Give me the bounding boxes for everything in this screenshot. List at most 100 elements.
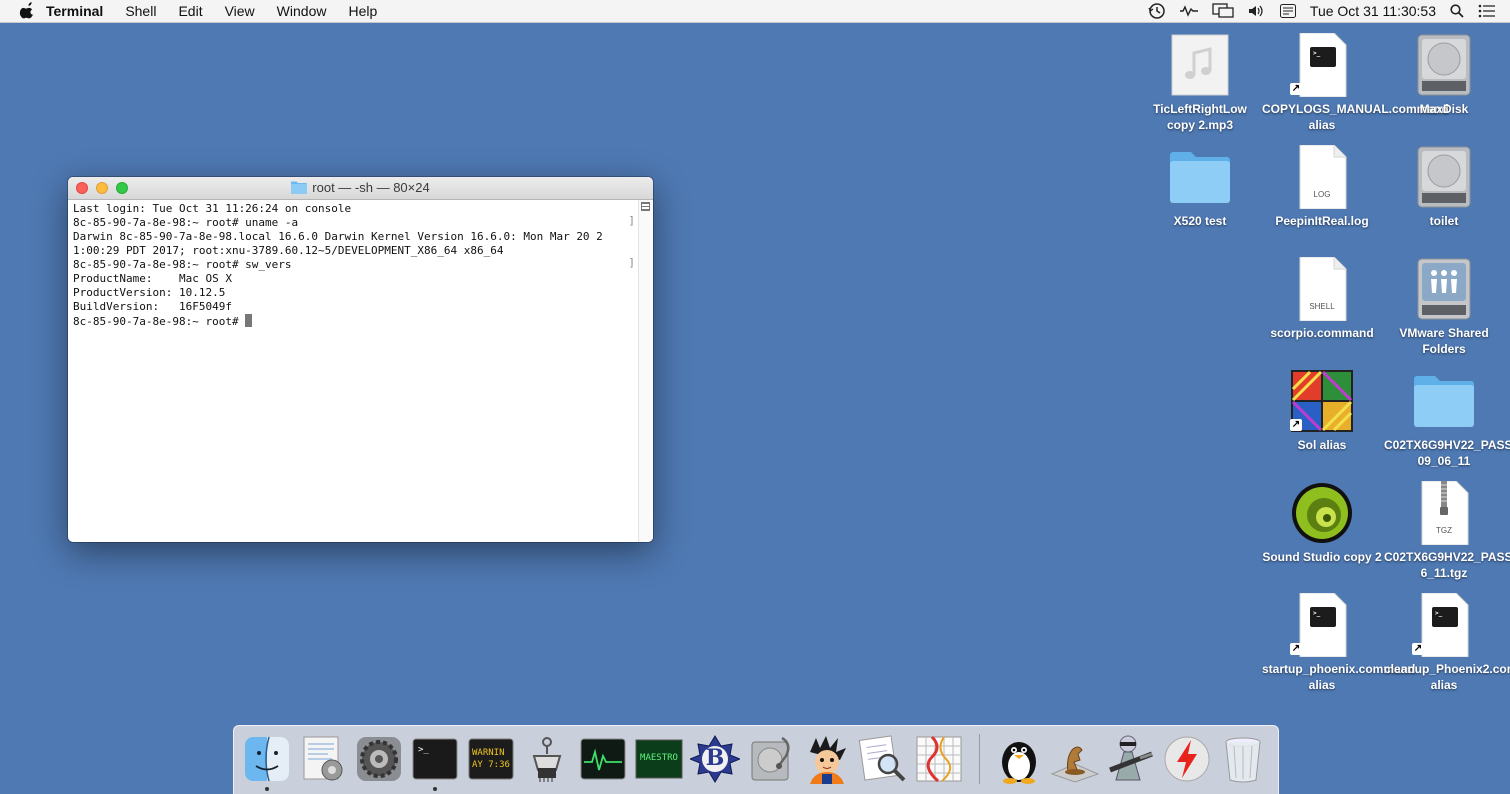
terminal-line: ProductName: Mac OS X: [73, 272, 232, 285]
flash-icon[interactable]: [1162, 734, 1212, 784]
terminal-line: 1:00:29 PDT 2017; root:xnu-3789.60.12~5/…: [73, 244, 504, 257]
script-editor-icon[interactable]: [298, 734, 348, 784]
dock: >_ WARNIN AY 7:36 MAESTRO B: [233, 725, 1279, 794]
apple-menu-icon[interactable]: [18, 2, 36, 20]
sound-studio-icon: [1290, 481, 1354, 545]
terminal-window[interactable]: root — -sh — 80×24 Last login: Tue Oct 3…: [68, 177, 653, 542]
desktop-icon-label: Sound Studio copy 2: [1262, 550, 1382, 564]
desktop-icon-sound-studio[interactable]: Sound Studio copy 2: [1262, 481, 1382, 565]
menu-shell[interactable]: Shell: [125, 3, 156, 19]
svg-text:>_: >_: [1313, 610, 1321, 617]
desktop-icon-x520-test[interactable]: X520 test: [1140, 145, 1260, 229]
menu-bar: Terminal Shell Edit View Window Help Tue…: [0, 0, 1510, 23]
desktop-icon-startup-phoenix[interactable]: >_ ↗ startup_phoenix.command alias: [1262, 592, 1416, 693]
desktop-icon-peepinitreal-log[interactable]: LOG PeepinItReal.log: [1262, 144, 1382, 229]
shared-drive-icon: [1412, 257, 1476, 321]
desktop-icon-copylogs[interactable]: >_ ↗ COPYLOGS_MANUAL.command alias: [1262, 32, 1449, 133]
terminal-icon[interactable]: >_: [410, 734, 460, 784]
file-badge: LOG: [1313, 190, 1331, 199]
menu-view[interactable]: View: [225, 3, 255, 19]
shell-file-icon: SHELL: [1290, 256, 1354, 322]
terminal-line: 8c-85-90-7a-8e-98:~ root# uname -a: [73, 216, 299, 229]
preview-icon[interactable]: [858, 734, 908, 784]
menu-help[interactable]: Help: [348, 3, 377, 19]
desktop-icon-label: startup_phoenix.command alias: [1262, 662, 1416, 692]
character-icon[interactable]: [802, 734, 852, 784]
maestro-icon[interactable]: MAESTRO: [634, 734, 684, 784]
hard-disk-icon: [1412, 145, 1476, 209]
status-area: Tue Oct 31 11:30:53: [1148, 0, 1510, 22]
trash-icon[interactable]: [1218, 734, 1268, 784]
alias-arrow-icon: ↗: [1290, 83, 1302, 95]
system-information-icon[interactable]: [522, 734, 572, 784]
terminal-script-icon: >_ ↗: [1290, 32, 1354, 98]
terminal-line: Darwin 8c-85-90-7a-8e-98.local 16.6.0 Da…: [73, 230, 603, 243]
mark-bracket: ]: [628, 256, 635, 269]
desktop-icon-label: C02TX6G9HV22_PASS_201…09_06_11: [1384, 438, 1510, 468]
penguin-icon[interactable]: [994, 734, 1044, 784]
grapher-icon[interactable]: [914, 734, 964, 784]
desktop-icon-vmware-shared[interactable]: VMware Shared Folders: [1384, 257, 1504, 357]
activity-wave-icon[interactable]: [1179, 4, 1198, 18]
console-warning-text: WARNIN AY 7:36: [472, 748, 510, 770]
alias-arrow-icon: ↗: [1290, 643, 1302, 655]
desktop-icon-label: VMware Shared Folders: [1399, 326, 1489, 356]
desktop-icon-label: cleanup_Phoenix2.command alias: [1384, 662, 1510, 692]
archive-file-icon: TGZ: [1412, 480, 1476, 546]
spotlight-search-icon[interactable]: [1450, 4, 1464, 18]
hard-disk-icon: [1412, 33, 1476, 97]
terminal-output[interactable]: Last login: Tue Oct 31 11:26:24 on conso…: [68, 200, 638, 542]
sol-app-icon: ↗: [1290, 369, 1354, 433]
desktop-icon-pass-tgz[interactable]: TGZ C02TX6G9HV22_PASS_201…6_11.tgz: [1384, 480, 1510, 581]
system-preferences-icon[interactable]: [354, 734, 404, 784]
svg-text:>_: >_: [1313, 50, 1321, 57]
menu-clock[interactable]: Tue Oct 31 11:30:53: [1310, 3, 1436, 19]
terminal-titlebar[interactable]: root — -sh — 80×24: [68, 177, 653, 200]
split-pane-grip-icon[interactable]: [641, 202, 650, 211]
activity-monitor-icon[interactable]: [578, 734, 628, 784]
desktop-icon-toilet[interactable]: toilet: [1384, 145, 1504, 229]
input-menu-icon[interactable]: [1279, 4, 1296, 18]
terminal-line: BuildVersion: 16F5049f: [73, 300, 232, 313]
time-machine-icon[interactable]: [1148, 2, 1166, 20]
volume-icon[interactable]: [1248, 4, 1266, 18]
terminal-line: Last login: Tue Oct 31 11:26:24 on conso…: [73, 202, 352, 215]
desktop-icon-label: PeepinItReal.log: [1275, 214, 1369, 228]
running-indicator: [433, 787, 437, 791]
menu-window[interactable]: Window: [277, 3, 327, 19]
window-title: root — -sh — 80×24: [312, 180, 430, 195]
desktop-icon-scorpio-command[interactable]: SHELL scorpio.command: [1262, 256, 1382, 341]
desktop-icon-maxdisk[interactable]: MaxDisk: [1384, 33, 1504, 117]
log-file-icon: LOG: [1290, 144, 1354, 210]
bbedit-icon[interactable]: B: [688, 734, 742, 784]
finder-icon[interactable]: [242, 734, 292, 784]
notification-center-icon[interactable]: [1478, 4, 1496, 18]
desktop-icon-ticleftrightlow[interactable]: TicLeftRightLow copy 2.mp3: [1140, 33, 1260, 133]
desktop-icon-label: toilet: [1429, 214, 1459, 228]
desktop-icon-label: MaxDisk: [1419, 102, 1469, 116]
menu-edit[interactable]: Edit: [178, 3, 202, 19]
folder-icon: [1412, 369, 1476, 433]
automator-icon[interactable]: [1106, 734, 1156, 784]
alias-arrow-icon: ↗: [1290, 419, 1302, 431]
folder-icon: [1168, 145, 1232, 209]
text-cursor: [245, 314, 253, 327]
display-mirroring-icon[interactable]: [1212, 3, 1234, 19]
bbedit-letter: B: [705, 745, 725, 771]
terminal-prompt: 8c-85-90-7a-8e-98:~ root#: [73, 315, 246, 328]
console-icon[interactable]: WARNIN AY 7:36: [466, 734, 516, 784]
window-title-group: root — -sh — 80×24: [68, 180, 653, 195]
terminal-prompt-line[interactable]: 8c-85-90-7a-8e-98:~ root#: [73, 314, 633, 329]
desktop-icon-label: scorpio.command: [1270, 326, 1374, 340]
terminal-scrollbar[interactable]: [638, 200, 653, 542]
desktop-icon-label: C02TX6G9HV22_PASS_201…6_11.tgz: [1384, 550, 1510, 580]
desktop-icon-sol-alias[interactable]: ↗ Sol alias: [1262, 369, 1382, 453]
desktop-icon-label: TicLeftRightLow copy 2.mp3: [1153, 102, 1247, 132]
menu-app-terminal[interactable]: Terminal: [46, 3, 103, 19]
chess-icon[interactable]: [1050, 734, 1100, 784]
desktop-icon-pass-folder[interactable]: C02TX6G9HV22_PASS_201…09_06_11: [1384, 369, 1510, 469]
running-indicator: [265, 787, 269, 791]
dock-separator: [979, 734, 980, 784]
disk-utility-icon[interactable]: [746, 734, 796, 784]
desktop-icon-cleanup-phoenix[interactable]: >_ ↗ cleanup_Phoenix2.command alias: [1384, 592, 1510, 693]
